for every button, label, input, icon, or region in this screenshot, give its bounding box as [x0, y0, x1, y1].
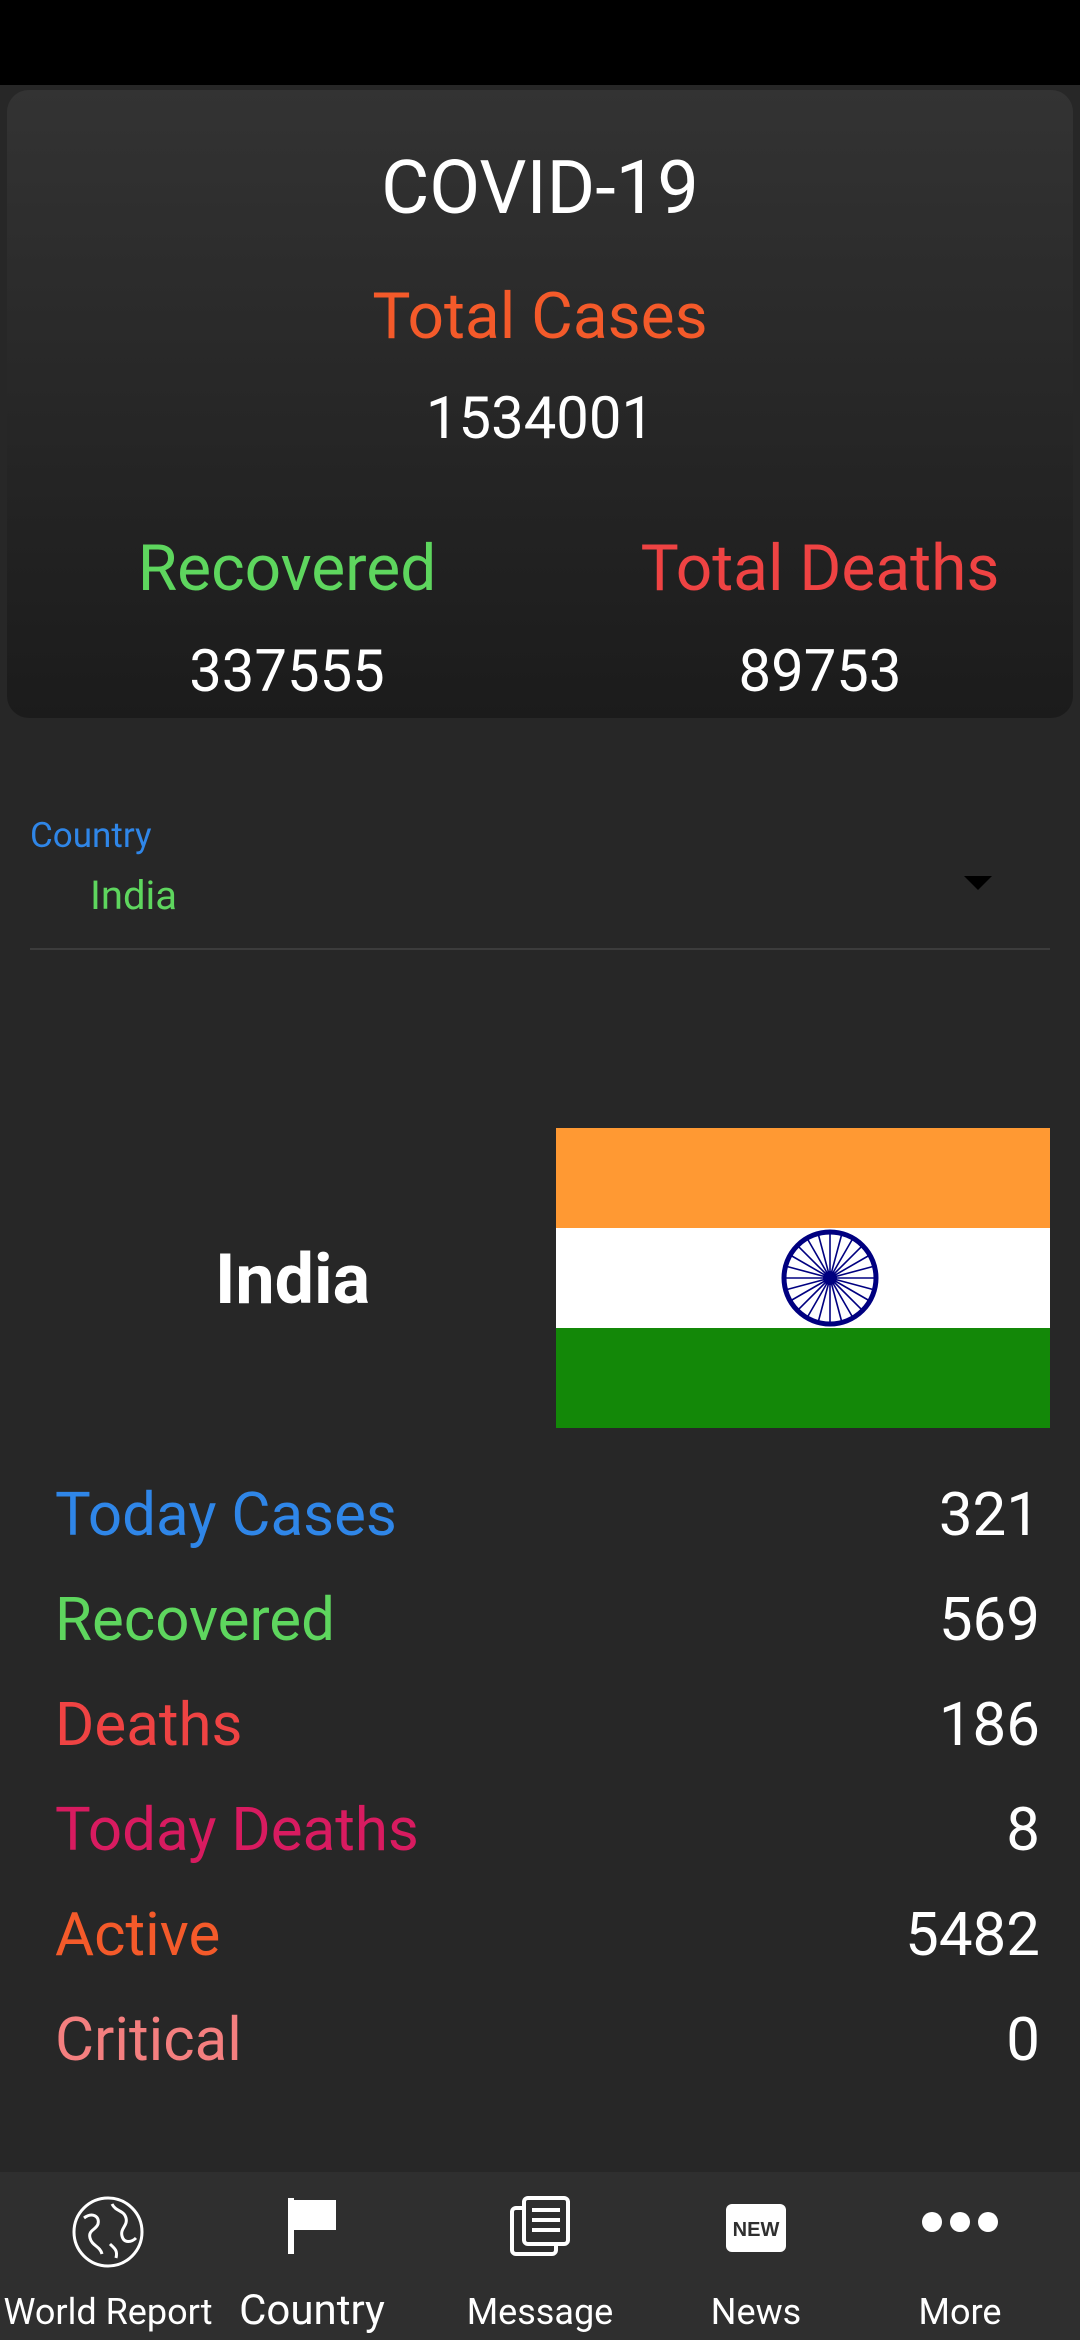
stat-value: 186 — [938, 1689, 1040, 1760]
recovered-label: Recovered — [137, 531, 437, 606]
stat-value: 0 — [1006, 2004, 1040, 2075]
news-badge-text: NEW — [733, 2219, 780, 2241]
recovered-value: 337555 — [189, 638, 385, 706]
stat-row-active: Active 5482 — [55, 1905, 1040, 1995]
total-deaths-label: Total Deaths — [640, 531, 1000, 606]
stat-value: 8 — [1006, 1794, 1040, 1865]
message-icon — [510, 2196, 570, 2256]
nav-label: Message — [466, 2291, 614, 2333]
stat-label: Today Deaths — [55, 1794, 419, 1865]
stat-row-critical: Critical 0 — [55, 2010, 1040, 2100]
total-cases-value: 1534001 — [425, 385, 655, 453]
nav-more[interactable]: More — [840, 2172, 1080, 2340]
bottom-navigation: World Report Country Message NEW News Mo… — [0, 2172, 1080, 2340]
stat-row-deaths: Deaths 186 — [55, 1695, 1040, 1785]
stat-row-today-cases: Today Cases 321 — [55, 1485, 1040, 1575]
nav-country[interactable]: Country — [216, 2172, 408, 2340]
more-icon — [922, 2212, 998, 2232]
country-dropdown[interactable] — [30, 800, 1050, 950]
stat-label: Deaths — [55, 1689, 243, 1760]
stat-value: 569 — [938, 1584, 1040, 1655]
country-field-label: Country — [30, 815, 152, 856]
india-flag-icon — [556, 1128, 1050, 1428]
flag-icon — [288, 2198, 336, 2254]
stat-label: Active — [55, 1899, 221, 1970]
news-icon: NEW — [726, 2204, 786, 2252]
country-selected-value[interactable]: India — [90, 876, 177, 916]
stat-label: Critical — [55, 2004, 242, 2075]
status-bar — [0, 0, 1080, 85]
nav-label: News — [710, 2291, 802, 2333]
dropdown-arrow-icon[interactable] — [964, 876, 992, 890]
stat-value: 321 — [938, 1479, 1040, 1550]
app-title: COVID-19 — [381, 145, 699, 232]
nav-label: More — [918, 2291, 1002, 2333]
nav-label: Country — [239, 2286, 385, 2335]
dropdown-underline — [30, 948, 1050, 950]
global-summary-card: COVID-19 Total Cases 1534001 Recovered 3… — [7, 90, 1073, 718]
nav-message[interactable]: Message — [408, 2172, 672, 2340]
stat-row-today-deaths: Today Deaths 8 — [55, 1800, 1040, 1890]
stat-label: Recovered — [55, 1584, 335, 1655]
nav-news[interactable]: NEW News — [672, 2172, 840, 2340]
total-cases-label: Total Cases — [372, 279, 708, 354]
stat-value: 5482 — [905, 1899, 1040, 1970]
stat-label: Today Cases — [55, 1479, 397, 1550]
total-deaths-value: 89753 — [738, 638, 902, 706]
nav-world-report[interactable]: World Report — [0, 2172, 216, 2340]
globe-icon — [72, 2196, 144, 2268]
country-name-heading: India — [214, 1239, 371, 1321]
nav-label: World Report — [3, 2291, 213, 2333]
stat-row-recovered: Recovered 569 — [55, 1590, 1040, 1680]
